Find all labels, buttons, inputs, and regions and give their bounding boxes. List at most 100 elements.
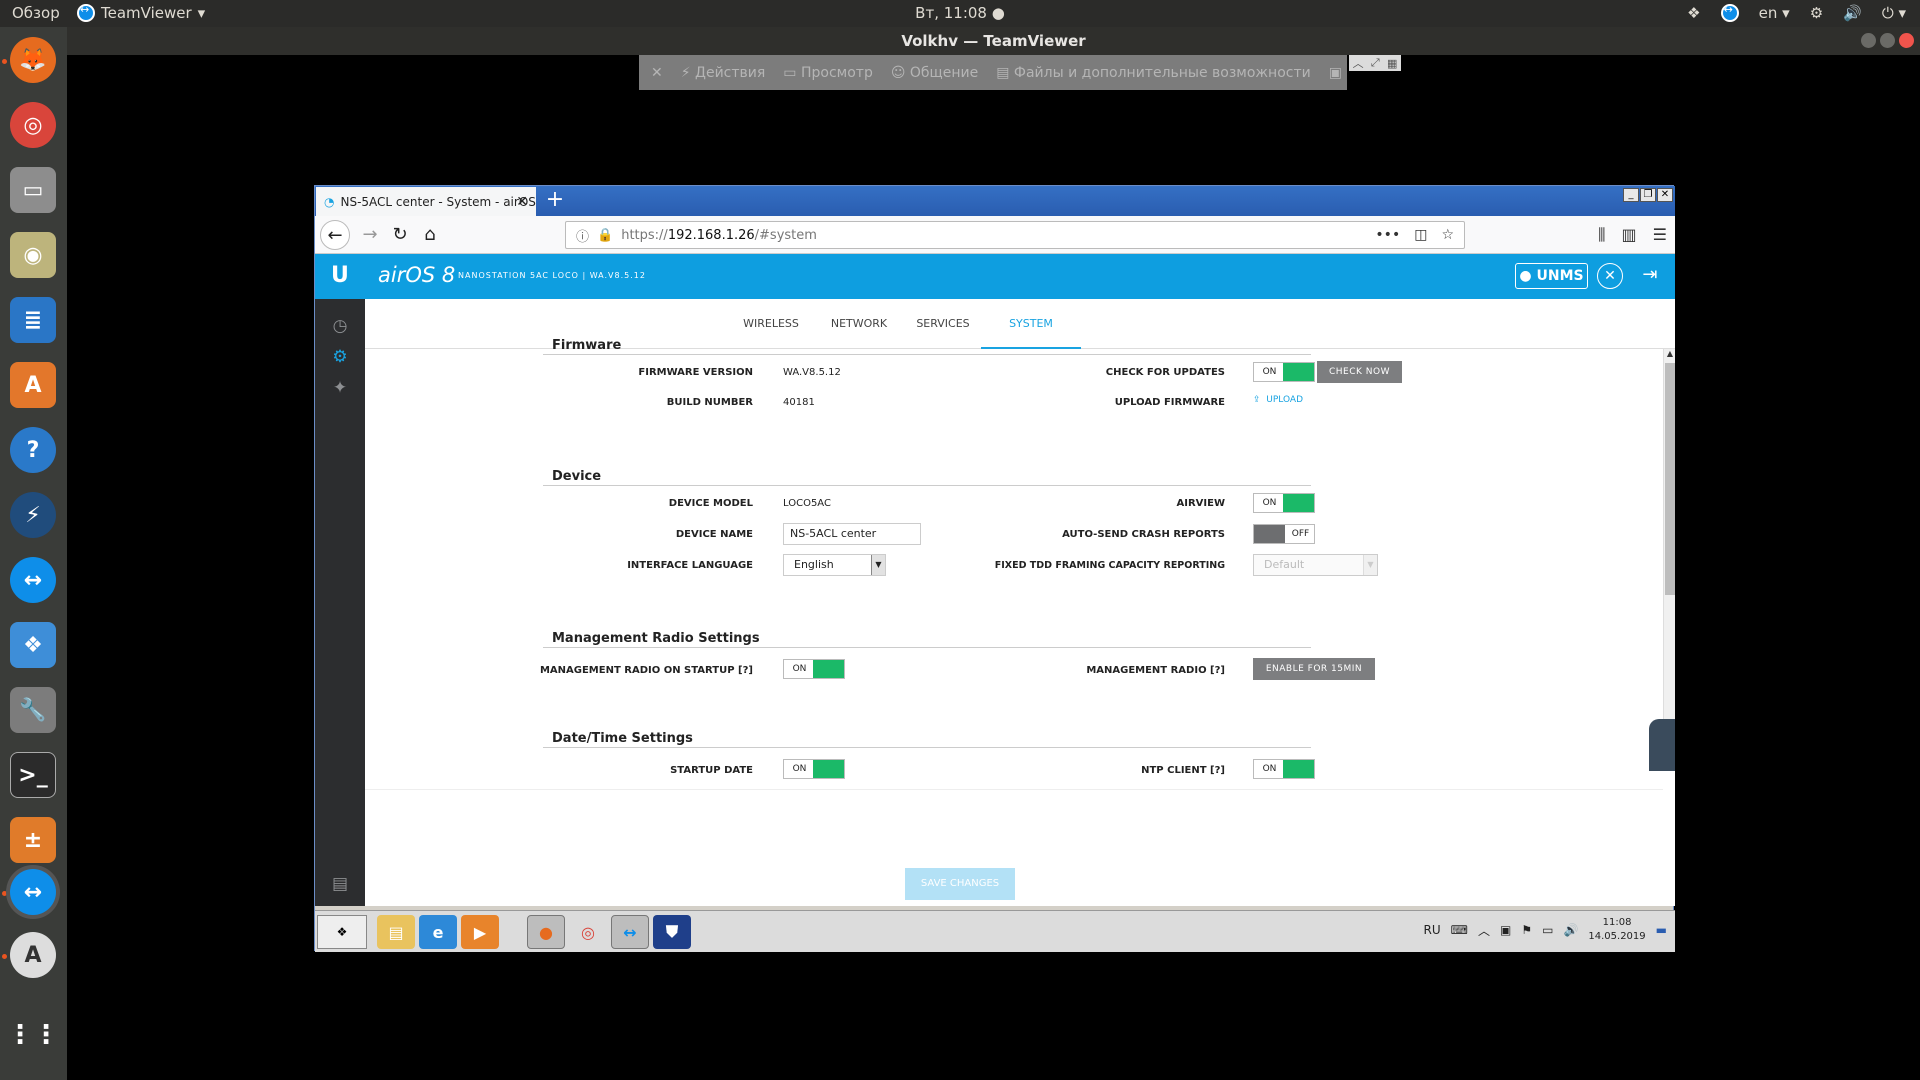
firefox-icon[interactable]: 🦊 xyxy=(10,37,56,83)
network-icon[interactable]: ⚙ xyxy=(1810,4,1823,22)
action-center-icon[interactable]: ⚑ xyxy=(1521,923,1532,937)
airview-toggle[interactable]: ON xyxy=(1253,493,1315,513)
tab-system[interactable]: SYSTEM xyxy=(981,299,1081,349)
toolbar-files[interactable]: ▤ Файлы и дополнительные возможности xyxy=(996,65,1311,81)
home-button[interactable]: ⌂ xyxy=(415,220,445,250)
tdd-select[interactable]: Default ▼ xyxy=(1253,554,1378,576)
firefox-taskbar-icon[interactable]: ● xyxy=(527,915,565,949)
mgmt-radio-startup-toggle[interactable]: ON xyxy=(783,659,845,679)
software-updater-icon[interactable]: A xyxy=(10,932,56,978)
ie-icon[interactable]: e xyxy=(419,915,457,949)
toolbar-actions[interactable]: ⚡ Действия xyxy=(681,65,766,81)
tab-wireless[interactable]: WIRELESS xyxy=(729,299,813,349)
windows-clock[interactable]: 11:08 14.05.2019 xyxy=(1588,916,1645,944)
check-updates-toggle[interactable]: ON xyxy=(1253,362,1315,382)
settings-icon[interactable]: 🔧 xyxy=(10,687,56,733)
volume-icon[interactable]: 🔊 xyxy=(1563,923,1578,937)
show-desktop-icon[interactable]: ▬ xyxy=(1656,923,1667,937)
close-icon[interactable] xyxy=(1899,33,1914,48)
tools-icon[interactable]: ✕ xyxy=(1597,263,1623,289)
toolbar-communicate[interactable]: ☺ Общение xyxy=(891,65,978,81)
dropbox-icon[interactable]: ❖ xyxy=(1687,4,1700,22)
scroll-up-icon[interactable]: ▲ xyxy=(1664,349,1675,361)
rhythmbox-icon[interactable]: ◉ xyxy=(10,232,56,278)
reload-button[interactable]: ↻ xyxy=(385,220,415,250)
remote-desktop-icon[interactable]: ⚡ xyxy=(10,492,56,538)
display-icon[interactable]: ▭ xyxy=(1542,923,1553,937)
close-session-icon[interactable]: ✕ xyxy=(651,65,663,81)
teamviewer-dock-icon[interactable]: ↔ xyxy=(10,557,56,603)
check-now-button[interactable]: CHECK NOW xyxy=(1317,361,1402,383)
software-center-icon[interactable]: A xyxy=(10,362,56,408)
dashboard-icon[interactable]: ◷ xyxy=(329,315,351,337)
power-icon[interactable]: ⏻ ▾ xyxy=(1882,4,1906,22)
log-icon[interactable]: ▤ xyxy=(329,873,351,895)
ntp-client-toggle[interactable]: ON xyxy=(1253,759,1315,779)
language-indicator[interactable]: en ▾ xyxy=(1759,4,1790,22)
start-button[interactable]: ❖ Пуск xyxy=(317,915,367,971)
enable-15min-button[interactable]: ENABLE FOR 15MIN xyxy=(1253,658,1375,680)
new-tab-button[interactable]: + xyxy=(540,187,570,215)
tab-network[interactable]: NETWORK xyxy=(817,299,901,349)
teamviewer-running-icon[interactable]: ↔ xyxy=(10,869,56,915)
maximize-icon[interactable] xyxy=(1880,33,1895,48)
pocket-icon[interactable]: ◫ xyxy=(1414,227,1427,243)
clock[interactable]: Вт, 11:08 ● xyxy=(0,4,1920,22)
lock-icon[interactable]: 🔒 xyxy=(597,228,613,243)
crash-reports-toggle[interactable]: OFF xyxy=(1253,524,1315,544)
page-scrollbar[interactable]: ▲ xyxy=(1663,349,1675,749)
sidebar-icon[interactable]: ▥ xyxy=(1622,225,1637,245)
interface-language-select[interactable]: English ▼ xyxy=(783,554,886,576)
remote-desktop[interactable]: ◔ NS-5ACL center - System - airOS ✕ + _ … xyxy=(314,185,1675,971)
tab-services[interactable]: SERVICES xyxy=(901,299,985,349)
show-apps-icon[interactable]: ⋮⋮ xyxy=(7,1012,59,1058)
scroll-thumb[interactable] xyxy=(1665,363,1675,595)
bookmark-star-icon[interactable]: ☆ xyxy=(1441,227,1454,243)
shield-icon[interactable]: ⛊ xyxy=(653,915,691,949)
minimize-icon[interactable]: _ xyxy=(1623,188,1639,202)
teamviewer-tray-icon[interactable] xyxy=(1720,3,1739,22)
files-icon[interactable]: ▭ xyxy=(10,167,56,213)
writer-icon[interactable]: ≣ xyxy=(10,297,56,343)
language-indicator[interactable]: RU xyxy=(1424,923,1441,937)
teamviewer-side-tab[interactable] xyxy=(1649,719,1675,771)
teamviewer-taskbar-icon[interactable]: ↔ xyxy=(611,915,649,949)
keyboard-icon[interactable]: ⌨ xyxy=(1451,923,1468,937)
chat-icon[interactable]: ▣ xyxy=(1329,65,1342,81)
back-button[interactable]: ← xyxy=(320,220,350,250)
dropbox-dock-icon[interactable]: ❖ xyxy=(10,622,56,668)
page-actions-icon[interactable]: ••• xyxy=(1375,227,1400,243)
minimize-icon[interactable] xyxy=(1861,33,1876,48)
upload-link[interactable]: ⇪ UPLOAD xyxy=(1253,395,1303,405)
collapse-icon[interactable]: ︿ xyxy=(1353,55,1364,71)
forward-button[interactable]: → xyxy=(355,220,385,250)
restore-icon[interactable]: ❐ xyxy=(1640,188,1656,202)
media-player-icon[interactable]: ▶ xyxy=(461,915,499,949)
menu-icon[interactable]: ☰ xyxy=(1653,225,1667,245)
calculator-icon[interactable]: ± xyxy=(10,817,56,863)
info-icon[interactable]: ⓘ xyxy=(576,226,589,245)
settings-gears-icon[interactable]: ⚙ xyxy=(329,346,351,368)
logout-icon[interactable]: ⇥ xyxy=(1637,263,1663,289)
library-icon[interactable]: ⫼ xyxy=(1598,225,1605,245)
chrome-icon[interactable]: ◎ xyxy=(10,102,56,148)
terminal-icon[interactable]: >_ xyxy=(10,752,56,798)
close-tab-icon[interactable]: ✕ xyxy=(516,194,528,210)
close-icon[interactable]: ✕ xyxy=(1657,188,1673,202)
explorer-icon[interactable]: ▤ xyxy=(377,915,415,949)
chrome-taskbar-icon[interactable]: ◎ xyxy=(569,915,607,949)
help-icon[interactable]: ? xyxy=(10,427,56,473)
unms-button[interactable]: ● UNMS xyxy=(1515,263,1588,289)
volume-icon[interactable]: 🔊 xyxy=(1843,4,1862,22)
save-changes-button[interactable]: SAVE CHANGES xyxy=(905,868,1015,900)
grid-icon[interactable]: ▦ xyxy=(1387,57,1397,70)
device-name-input[interactable]: NS-5ACL center xyxy=(783,523,921,545)
expand-icon[interactable]: ⤢ xyxy=(1371,56,1380,70)
network-icon[interactable]: ▣ xyxy=(1500,923,1511,937)
url-bar[interactable]: ⓘ 🔒 https://192.168.1.26/#system ••• ◫ ☆ xyxy=(565,221,1465,249)
tools-wand-icon[interactable]: ✦ xyxy=(329,377,351,399)
browser-tab[interactable]: ◔ NS-5ACL center - System - airOS ✕ xyxy=(316,187,536,216)
startup-date-toggle[interactable]: ON xyxy=(783,759,845,779)
toolbar-view[interactable]: ▭ Просмотр xyxy=(783,65,873,81)
show-hidden-icon[interactable]: ︿ xyxy=(1478,922,1490,939)
